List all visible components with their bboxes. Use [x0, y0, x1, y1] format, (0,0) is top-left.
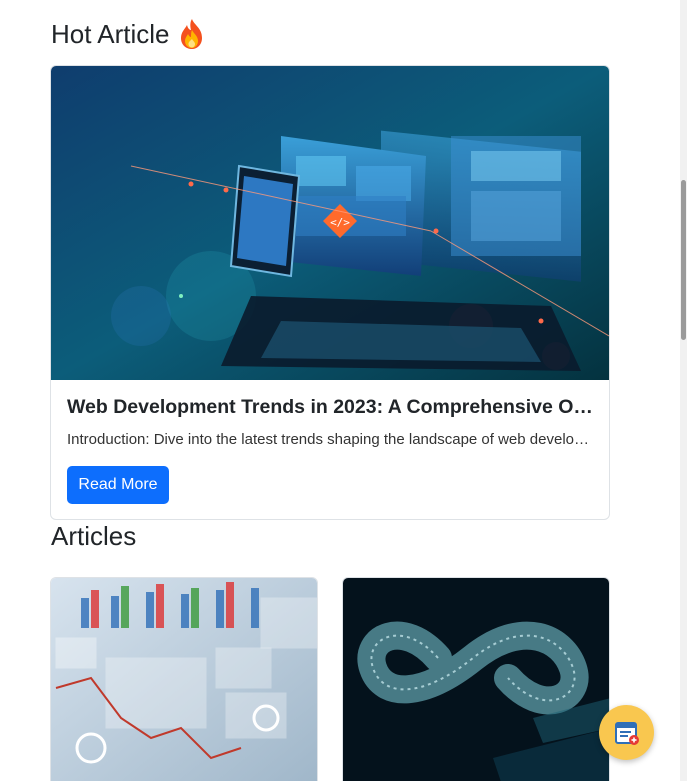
article-image-devops — [343, 578, 609, 781]
add-note-button[interactable] — [599, 705, 654, 760]
article-card[interactable] — [50, 577, 318, 781]
add-note-icon — [614, 721, 639, 745]
hot-article-image: </> — [51, 66, 609, 380]
scrollbar[interactable] — [680, 0, 687, 781]
read-more-button[interactable]: Read More — [67, 466, 169, 504]
svg-text:</>: </> — [330, 216, 350, 229]
hot-article-heading: Hot Article — [51, 18, 206, 50]
article-card[interactable] — [342, 577, 610, 781]
hot-article-card: </> Web Development Trends in 2023: A Co… — [50, 65, 610, 520]
fire-icon — [178, 18, 206, 50]
hot-article-heading-text: Hot Article — [51, 19, 170, 49]
page: Hot Article </> Web Development Trends i… — [0, 0, 680, 781]
hot-article-excerpt: Introduction: Dive into the latest trend… — [67, 431, 597, 448]
scrollbar-thumb[interactable] — [681, 180, 686, 340]
hot-article-body: Web Development Trends in 2023: A Compre… — [67, 396, 597, 448]
article-image-charts — [51, 578, 317, 781]
hot-article-title[interactable]: Web Development Trends in 2023: A Compre… — [67, 396, 597, 419]
articles-heading: Articles — [51, 521, 137, 551]
